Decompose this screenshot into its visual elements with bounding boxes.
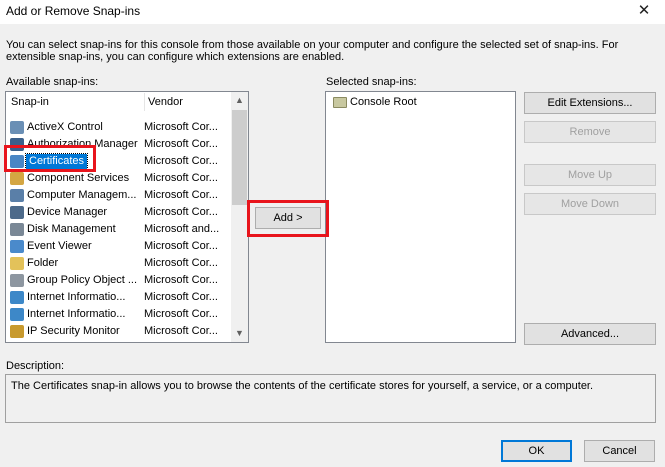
authorization-icon [10, 138, 24, 151]
snapin-name: IP Security Policy M... [26, 340, 144, 342]
snapin-name: Event Viewer [27, 240, 92, 252]
snapin-row[interactable]: Component Services Microsoft Cor... [6, 170, 232, 187]
move-up-button[interactable]: Move Up [524, 164, 656, 186]
close-icon[interactable]: ✕ [633, 1, 655, 21]
snapin-row[interactable]: IP Security Policy M...Microsoft Cor... [6, 340, 232, 343]
selected-item-label: Console Root [350, 96, 417, 108]
scroll-up-arrow-icon[interactable]: ▲ [231, 92, 248, 109]
description-label: Description: [6, 360, 65, 372]
snapin-row[interactable]: Certificates Microsoft Cor... [6, 153, 232, 170]
advanced-button[interactable]: Advanced... [524, 323, 656, 345]
window-title: Add or Remove Snap-ins [6, 4, 141, 18]
available-list-scrollbar[interactable]: ▲ ▼ [231, 92, 248, 342]
snapin-row[interactable]: Computer Managem... Microsoft Cor... [6, 187, 232, 204]
snapin-row[interactable]: Internet Informatio... Microsoft Cor... [6, 289, 232, 306]
component-icon [10, 172, 24, 185]
snapin-vendor: Microsoft Cor... [144, 291, 218, 303]
snapin-vendor: Microsoft Cor... [144, 325, 218, 337]
snapin-vendor: Microsoft Cor... [144, 340, 236, 342]
snapin-row[interactable]: IP Security Monitor Microsoft Cor... [6, 323, 232, 340]
snapin-row[interactable]: Folder Microsoft Cor... [6, 255, 232, 272]
snapin-vendor: Microsoft Cor... [144, 155, 218, 167]
snapin-row[interactable]: Group Policy Object ... Microsoft Cor... [6, 272, 232, 289]
snapin-name: Folder [27, 257, 59, 269]
certificate-icon [10, 155, 24, 168]
description-text: The Certificates snap-in allows you to b… [11, 380, 594, 392]
ip-security-icon [10, 325, 24, 338]
snapin-row[interactable]: Event Viewer Microsoft Cor... [6, 238, 232, 255]
snapin-vendor: Microsoft Cor... [144, 189, 218, 201]
snapin-row[interactable]: Disk Management Microsoft and... [6, 221, 232, 238]
scroll-down-arrow-icon[interactable]: ▼ [231, 325, 248, 342]
column-header-vendor[interactable]: Vendor [144, 92, 232, 112]
ip-policy-icon [10, 342, 24, 343]
snapin-name: IP Security Monitor [27, 325, 120, 337]
snapin-vendor: Microsoft and... [144, 223, 220, 235]
edit-extensions-button[interactable]: Edit Extensions... [524, 92, 656, 114]
snapin-vendor: Microsoft Cor... [144, 274, 218, 286]
device-icon [10, 206, 24, 219]
snapin-vendor: Microsoft Cor... [144, 308, 218, 320]
disk-icon [10, 223, 24, 236]
snapin-row[interactable]: Device Manager Microsoft Cor... [6, 204, 232, 221]
intro-text: You can select snap-ins for this console… [6, 39, 619, 63]
column-header-snapin[interactable]: Snap-in [7, 92, 144, 112]
snapin-vendor: Microsoft Cor... [144, 138, 218, 150]
activex-icon [10, 121, 24, 134]
group-policy-icon [10, 274, 24, 287]
remove-button[interactable]: Remove [524, 121, 656, 143]
snapin-vendor: Microsoft Cor... [144, 240, 218, 252]
iis-icon [10, 291, 24, 304]
selected-snapins-label: Selected snap-ins: [326, 76, 417, 88]
snapin-vendor: Microsoft Cor... [144, 206, 218, 218]
snapin-row[interactable]: ActiveX Control Microsoft Cor... [6, 119, 232, 136]
iis-icon [10, 308, 24, 321]
snapin-vendor: Microsoft Cor... [144, 257, 218, 269]
selected-item-console-root[interactable]: Console Root [326, 94, 515, 111]
move-down-button[interactable]: Move Down [524, 193, 656, 215]
snapin-name: Internet Informatio... [27, 308, 126, 320]
snapin-row[interactable]: Authorization Manager Microsoft Cor... [6, 136, 232, 153]
title-bar: Add or Remove Snap-ins ✕ [0, 0, 665, 24]
add-button[interactable]: Add > [255, 207, 321, 229]
snapin-name: Group Policy Object ... [27, 274, 138, 286]
snapin-name: Authorization Manager [27, 138, 138, 150]
snapin-name: Disk Management [27, 223, 116, 235]
snapin-name: ActiveX Control [27, 121, 103, 133]
cancel-button[interactable]: Cancel [584, 440, 655, 462]
snapin-vendor: Microsoft Cor... [144, 121, 218, 133]
snapin-name: Component Services [27, 172, 130, 184]
snapin-vendor: Microsoft Cor... [144, 172, 218, 184]
available-snapins-list[interactable]: Snap-in Vendor ActiveX Control Microsoft … [5, 91, 249, 343]
snapin-name: Certificates [24, 153, 89, 170]
ok-button[interactable]: OK [501, 440, 572, 462]
scrollbar-thumb[interactable] [232, 110, 247, 205]
description-box: The Certificates snap-in allows you to b… [5, 374, 656, 423]
selected-snapins-list[interactable]: Console Root [325, 91, 516, 343]
available-snapins-label: Available snap-ins: [6, 76, 99, 88]
event-icon [10, 240, 24, 253]
snapin-name: Device Manager [27, 206, 108, 218]
snapin-name: Computer Managem... [27, 189, 137, 201]
folder-icon [10, 257, 24, 270]
snapin-name: Internet Informatio... [27, 291, 126, 303]
snapin-row[interactable]: Internet Informatio... Microsoft Cor... [6, 306, 232, 323]
folder-icon [333, 97, 347, 108]
computer-icon [10, 189, 24, 202]
